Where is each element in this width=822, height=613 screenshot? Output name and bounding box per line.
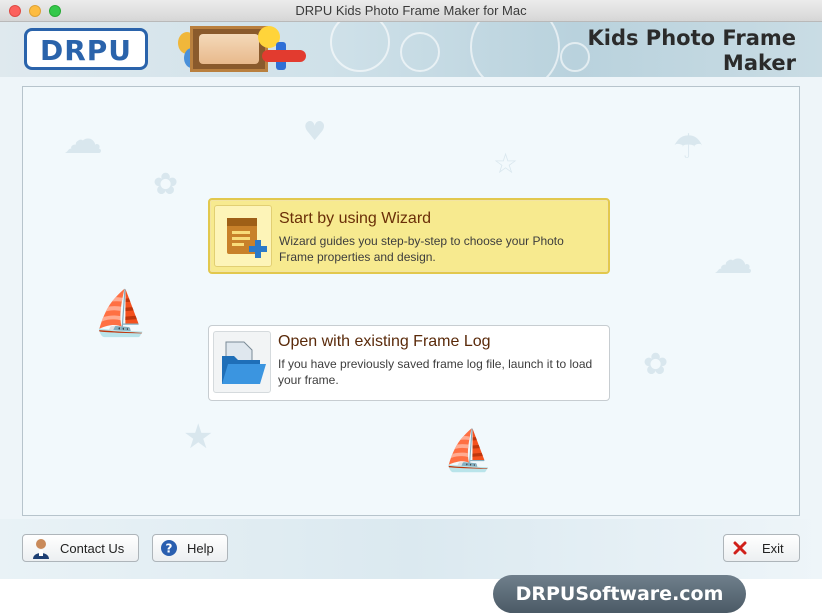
website-badge: DRPUSoftware.com [493, 575, 746, 613]
window-title: DRPU Kids Photo Frame Maker for Mac [295, 3, 527, 18]
app-window: DRPU Kids Photo Frame Maker for Mac DRPU… [0, 0, 822, 613]
logo-text: DRPU [39, 34, 133, 67]
svg-text:?: ? [166, 542, 173, 556]
drpu-logo: DRPU [24, 28, 148, 70]
exit-button[interactable]: Exit [723, 534, 800, 562]
help-label: Help [187, 541, 214, 556]
help-question-icon: ? [160, 539, 178, 560]
exit-label: Exit [762, 541, 784, 556]
app-name-line2: Maker [722, 51, 796, 75]
close-x-icon [733, 541, 747, 558]
contact-us-label: Contact Us [60, 541, 125, 556]
main-content: ☁ ✿ ⛵ ☂ ☁ ✿ ⛵ ★ ♥ ☆ Start by using Wizar… [0, 77, 822, 579]
options-panel: ☁ ✿ ⛵ ☂ ☁ ✿ ⛵ ★ ♥ ☆ Start by using Wizar… [22, 86, 800, 516]
open-option-description: If you have previously saved frame log f… [278, 357, 593, 387]
app-name-line1: Kids Photo Frame [587, 26, 796, 50]
app-name-heading: Kids Photo Frame Maker [587, 26, 796, 76]
help-button[interactable]: ? Help [152, 534, 228, 562]
open-option-title: Open with existing Frame Log [278, 333, 491, 350]
contact-us-button[interactable]: Contact Us [22, 534, 139, 562]
contact-person-icon [31, 538, 51, 563]
wizard-document-plus-icon [214, 205, 272, 267]
start-wizard-option[interactable]: Start by using Wizard Wizard guides you … [208, 198, 610, 274]
footer: Contact Us ? Help Exit [0, 519, 822, 579]
toy-plane-icon [262, 50, 306, 62]
folder-open-icon [213, 331, 271, 393]
open-frame-log-option[interactable]: Open with existing Frame Log If you have… [208, 325, 610, 401]
wizard-option-title: Start by using Wizard [279, 210, 432, 227]
header-banner: DRPU Kids Photo Frame Maker [0, 22, 822, 77]
wizard-option-description: Wizard guides you step-by-step to choose… [279, 234, 564, 264]
website-url: DRPUSoftware.com [515, 583, 724, 605]
title-bar: DRPU Kids Photo Frame Maker for Mac [0, 0, 822, 22]
baby-photo-frame-icon [190, 26, 268, 72]
